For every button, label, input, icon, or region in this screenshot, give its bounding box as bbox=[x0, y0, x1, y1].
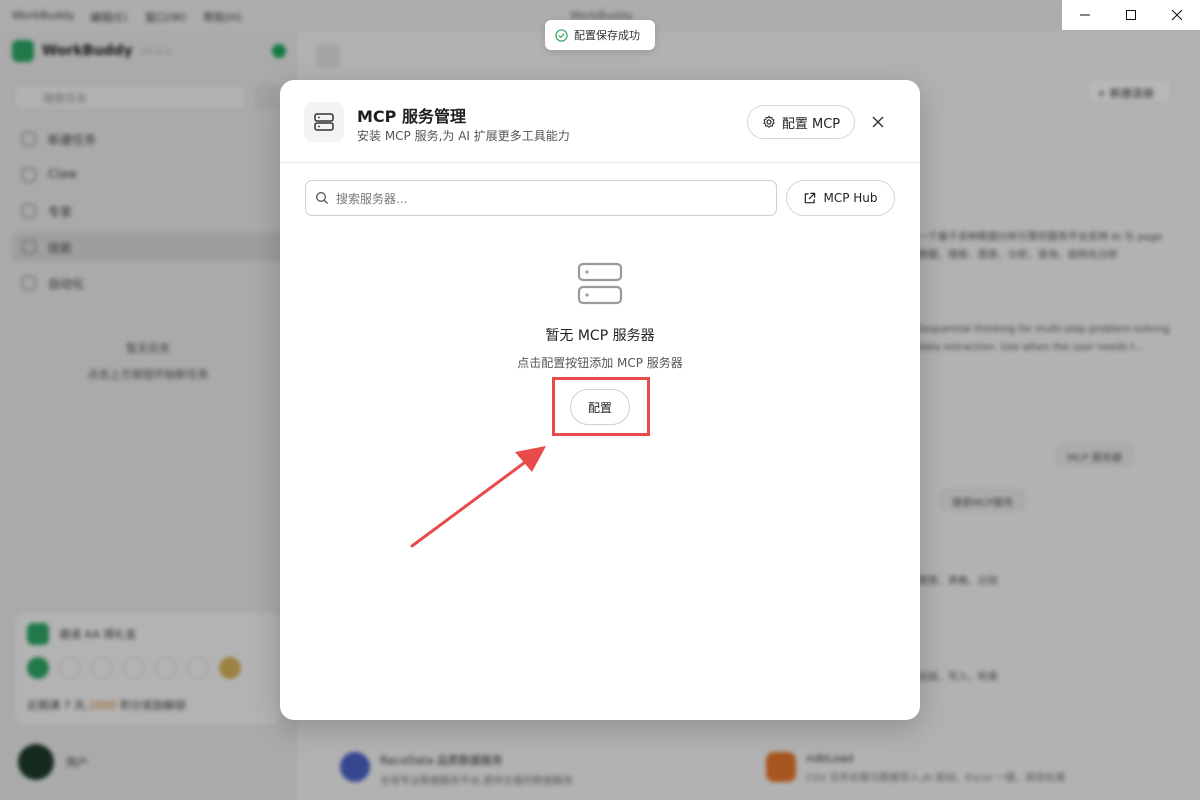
configure-mcp-button[interactable]: 配置 MCP bbox=[747, 105, 855, 139]
close-window-button[interactable] bbox=[1154, 0, 1200, 30]
minimize-button[interactable] bbox=[1062, 0, 1108, 30]
dialog-close-button[interactable] bbox=[866, 110, 890, 134]
success-toast: 配置保存成功 bbox=[545, 20, 655, 50]
empty-state-title: 暂无 MCP 服务器 bbox=[545, 328, 655, 344]
mcp-hub-label: MCP Hub bbox=[823, 191, 878, 205]
close-icon bbox=[1171, 9, 1183, 21]
divider bbox=[280, 162, 920, 163]
maximize-icon bbox=[1126, 10, 1136, 20]
server-empty-icon bbox=[577, 262, 623, 305]
dialog-subtitle: 安装 MCP 服务,为 AI 扩展更多工具能力 bbox=[357, 129, 570, 143]
configure-mcp-label: 配置 MCP bbox=[781, 116, 841, 132]
server-icon bbox=[304, 102, 344, 142]
toast-text: 配置保存成功 bbox=[574, 29, 640, 42]
server-search-field[interactable] bbox=[305, 180, 777, 216]
server-search-input[interactable] bbox=[336, 189, 766, 209]
mcp-management-dialog: MCP 服务管理 安装 MCP 服务,为 AI 扩展更多工具能力 配置 MCP … bbox=[280, 80, 920, 720]
minimize-icon bbox=[1080, 14, 1090, 16]
dialog-title: MCP 服务管理 bbox=[357, 107, 466, 126]
gear-icon bbox=[763, 115, 775, 128]
check-circle-icon bbox=[555, 28, 568, 42]
mcp-hub-button[interactable]: MCP Hub bbox=[786, 180, 895, 216]
close-icon bbox=[872, 116, 884, 128]
empty-state-desc: 点击配置按钮添加 MCP 服务器 bbox=[517, 356, 683, 370]
external-link-icon bbox=[805, 192, 816, 203]
annotation-highlight-box bbox=[552, 377, 650, 436]
maximize-button[interactable] bbox=[1108, 0, 1154, 30]
search-icon bbox=[316, 192, 328, 204]
